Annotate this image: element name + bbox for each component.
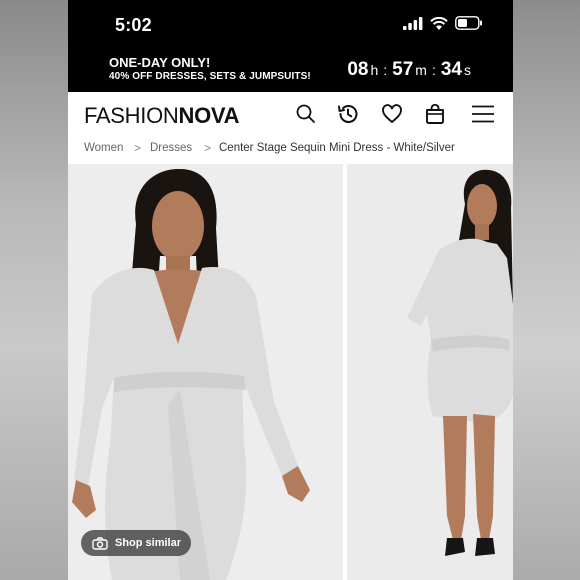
wifi-icon	[430, 16, 448, 30]
breadcrumb: Women > Dresses > Center Stage Sequin Mi…	[68, 136, 513, 164]
promo-title: ONE-DAY ONLY!	[109, 55, 211, 70]
product-gallery[interactable]: Shop similar	[68, 164, 513, 580]
model-illustration-main	[68, 164, 343, 580]
history-icon[interactable]	[336, 102, 360, 126]
breadcrumb-dresses[interactable]: Dresses	[150, 142, 192, 154]
signal-icon	[403, 16, 423, 30]
search-icon[interactable]	[294, 102, 318, 126]
status-time: 5:02	[115, 15, 152, 35]
countdown-hours: 08	[347, 59, 369, 80]
battery-icon	[455, 16, 482, 30]
camera-icon	[92, 536, 108, 550]
status-bar: 5:02	[68, 0, 513, 46]
fashionnova-logo[interactable]: FASHIONNOVA	[84, 103, 240, 129]
breadcrumb-women[interactable]: Women	[84, 142, 123, 154]
countdown-separator: :	[431, 62, 436, 78]
model-illustration-secondary	[347, 164, 513, 580]
countdown-seconds-unit: s	[464, 62, 471, 78]
countdown-timer: 08 h : 57 m : 34 s	[347, 59, 471, 81]
heart-icon[interactable]	[380, 102, 404, 126]
site-header: FASHIONNOVA	[68, 92, 513, 136]
product-photo-main[interactable]: Shop similar	[68, 164, 343, 580]
countdown-minutes-unit: m	[415, 62, 427, 78]
background-blur-right	[512, 0, 580, 580]
background-blur-left	[0, 0, 68, 580]
phone-screen: 5:02 ONE-DAY ONLY! 40% OFF DRESSES, SETS…	[68, 0, 513, 580]
promo-banner[interactable]: ONE-DAY ONLY! 40% OFF DRESSES, SETS & JU…	[68, 46, 513, 92]
breadcrumb-separator: >	[134, 141, 142, 155]
logo-light-text: FASHION	[84, 103, 179, 128]
countdown-seconds: 34	[440, 59, 462, 80]
breadcrumb-separator: >	[204, 141, 212, 155]
countdown-hours-unit: h	[370, 62, 379, 78]
countdown-minutes: 57	[392, 59, 414, 80]
shop-similar-button[interactable]: Shop similar	[81, 530, 191, 556]
bag-icon[interactable]	[423, 102, 447, 126]
logo-bold-text: NOVA	[178, 103, 240, 128]
promo-subtitle: 40% OFF DRESSES, SETS & JUMPSUITS!	[109, 71, 311, 82]
countdown-separator: :	[383, 62, 388, 78]
status-icons	[403, 16, 483, 30]
breadcrumb-current-product: Center Stage Sequin Mini Dress - White/S…	[219, 142, 455, 154]
shop-similar-label: Shop similar	[115, 537, 182, 549]
product-photo-secondary[interactable]	[347, 164, 513, 580]
menu-icon[interactable]	[471, 102, 495, 126]
